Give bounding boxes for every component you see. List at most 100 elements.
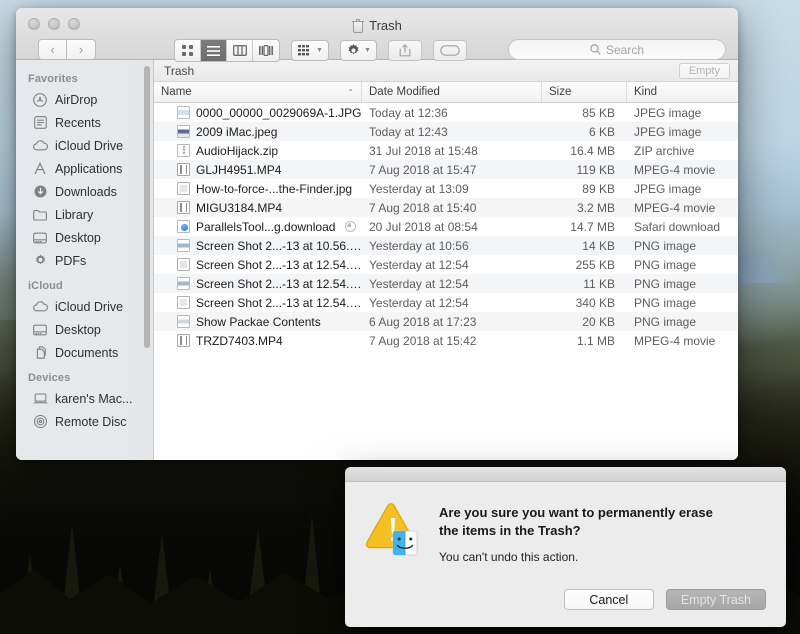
file-name-label: How-to-force-...the-Finder.jpg [196,181,353,196]
forward-button[interactable]: › [67,39,96,60]
share-button[interactable] [387,40,422,61]
file-kind-cell: PNG image [634,295,697,310]
table-row[interactable]: Screen Shot 2...-13 at 12.54.24 Yesterday… [154,255,738,274]
file-size-cell: 255 KB [575,257,615,272]
file-name-cell: MIGU3184.MP4 [154,201,362,215]
column-header-size[interactable]: Size [542,82,627,102]
search-input[interactable]: Search [508,39,726,60]
file-name-cell: Screen Shot 2...-13 at 10.56.10 [154,239,362,253]
sidebar-item-airdrop[interactable]: AirDrop [16,88,153,111]
file-size-cell: 119 KB [576,162,615,177]
empty-button[interactable]: Empty [678,62,730,79]
sidebar-item-applications[interactable]: Applications [16,157,153,180]
file-date-cell: Yesterday at 13:09 [369,181,469,196]
sidebar-item-pdfs[interactable]: PDFs [16,249,153,272]
file-size-cell: 20 KB [582,314,615,329]
file-date-cell: 20 Jul 2018 at 08:54 [369,219,478,234]
file-name-cell: ParallelsTool...g.download [154,220,362,234]
dialog-buttons[interactable]: Cancel Empty Trash [563,589,766,610]
action-menu-button[interactable]: ▼ [339,40,377,61]
tag-button[interactable] [432,40,467,61]
file-date-cell: Yesterday at 12:54 [369,295,469,310]
cancel-button[interactable]: Cancel [563,589,654,610]
sidebar-item-karens-mac[interactable]: karen's Mac... [16,387,153,410]
table-row[interactable]: How-to-force-...the-Finder.jpg Yesterday … [154,179,738,198]
column-header-date-modified[interactable]: Date Modified [362,82,542,102]
sidebar-item-downloads[interactable]: Downloads [16,180,153,203]
sidebar-item-desktop[interactable]: Desktop [16,226,153,249]
file-kind-cell: Safari download [634,219,721,234]
table-row[interactable]: Screen Shot 2...-13 at 10.56.10 Yesterday… [154,236,738,255]
navigation-buttons[interactable]: ‹ › [38,39,96,60]
sidebar-scrollbar[interactable] [144,66,150,348]
file-size-cell: 89 KB [582,181,615,196]
file-name-cell: AudioHijack.zip [154,144,362,158]
file-thumbnail-icon [177,144,190,157]
file-kind-cell: JPEG image [634,105,702,120]
sidebar-item-label: Documents [55,345,119,360]
gallery-view-button[interactable] [253,40,279,61]
sidebar-item-label: Downloads [55,184,117,199]
file-size-cell: 3.2 MB [576,200,615,215]
finder-window[interactable]: Trash ‹ › ▼ ▼ Search Favorites AirDrop R… [16,8,738,460]
table-row[interactable]: GLJH4951.MP4 7 Aug 2018 at 15:47 119 KB MPE… [154,160,738,179]
empty-trash-confirmation-dialog[interactable]: Are you sure you want to permanently era… [345,467,786,627]
sidebar-item-desktop-icloud[interactable]: Desktop [16,318,153,341]
table-row[interactable]: MIGU3184.MP4 7 Aug 2018 at 15:40 3.2 MB MPE… [154,198,738,217]
icon-view-button[interactable] [175,40,201,61]
chevron-down-icon: ▼ [363,47,371,54]
file-name-cell: Screen Shot 2...-13 at 12.54.42 [154,277,362,291]
file-size-cell: 340 KB [575,295,615,310]
file-kind-cell: JPEG image [634,124,702,139]
sidebar-item-label: PDFs [55,253,87,268]
sidebar-item-recents[interactable]: Recents [16,111,153,134]
file-list-pane[interactable]: Trash Empty Name ⌃ Date Modified Size Ki… [154,60,738,460]
view-mode-segmented-control[interactable] [174,39,280,62]
sidebar[interactable]: Favorites AirDrop Recents iCloud Drive A… [16,60,154,460]
file-thumbnail-icon [177,201,190,214]
file-date-cell: Yesterday at 12:54 [369,276,469,291]
cloud-icon [32,138,48,154]
folder-icon [32,207,48,223]
sidebar-item-documents[interactable]: Documents [16,341,153,364]
table-row[interactable]: AudioHijack.zip 31 Jul 2018 at 15:48 16.4 … [154,141,738,160]
window-titlebar[interactable]: Trash ‹ › ▼ ▼ Search [16,8,738,62]
sidebar-item-remote-disc[interactable]: Remote Disc [16,410,153,433]
sidebar-item-icloud-drive-2[interactable]: iCloud Drive [16,295,153,318]
column-header-name[interactable]: Name ⌃ [154,82,362,102]
toolbar[interactable]: ▼ ▼ [174,39,467,62]
file-name-cell: Screen Shot 2...-13 at 12.54.52 [154,296,362,310]
table-row[interactable]: 0000_00000_0029069A-1.JPG Today at 12:36 8… [154,103,738,122]
table-row[interactable]: Screen Shot 2...-13 at 12.54.52 Yesterday… [154,293,738,312]
file-thumbnail-icon [177,315,190,328]
file-name-cell: 2009 iMac.jpeg [154,125,362,139]
file-thumbnail-icon [177,296,190,309]
column-headers[interactable]: Name ⌃ Date Modified Size Kind [154,82,738,103]
back-button[interactable]: ‹ [38,39,67,60]
sidebar-item-library[interactable]: Library [16,203,153,226]
table-row[interactable]: 2009 iMac.jpeg Today at 12:43 6 KB JPEG ima… [154,122,738,141]
empty-trash-button[interactable]: Empty Trash [665,589,766,610]
dialog-titlebar [345,467,786,482]
table-row[interactable]: Show Packae Contents 6 Aug 2018 at 17:23 2… [154,312,738,331]
trash-icon [352,18,365,33]
arrange-by-button[interactable]: ▼ [291,40,329,61]
sidebar-item-icloud-drive[interactable]: iCloud Drive [16,134,153,157]
table-row[interactable]: TRZD7403.MP4 7 Aug 2018 at 15:42 1.1 MB MPE… [154,331,738,350]
file-size-cell: 16.4 MB [570,143,615,158]
file-name-label: Screen Shot 2...-13 at 12.54.52 [196,295,362,310]
table-row[interactable]: Screen Shot 2...-13 at 12.54.42 Yesterday… [154,274,738,293]
file-kind-cell: PNG image [634,257,697,272]
desktop-icon [32,230,48,246]
column-header-kind[interactable]: Kind [627,82,738,102]
file-rows[interactable]: 0000_00000_0029069A-1.JPG Today at 12:36 8… [154,103,738,460]
list-view-button[interactable] [201,40,227,61]
chevron-down-icon: ▼ [316,47,323,54]
file-size-cell: 85 KB [582,105,615,120]
table-row[interactable]: ParallelsTool...g.download 20 Jul 2018 at… [154,217,738,236]
sidebar-item-label: Applications [55,161,123,176]
file-name-label: Screen Shot 2...-13 at 10.56.10 [196,238,362,253]
search-icon [590,44,601,55]
column-view-button[interactable] [227,40,253,61]
applications-icon [32,161,48,177]
